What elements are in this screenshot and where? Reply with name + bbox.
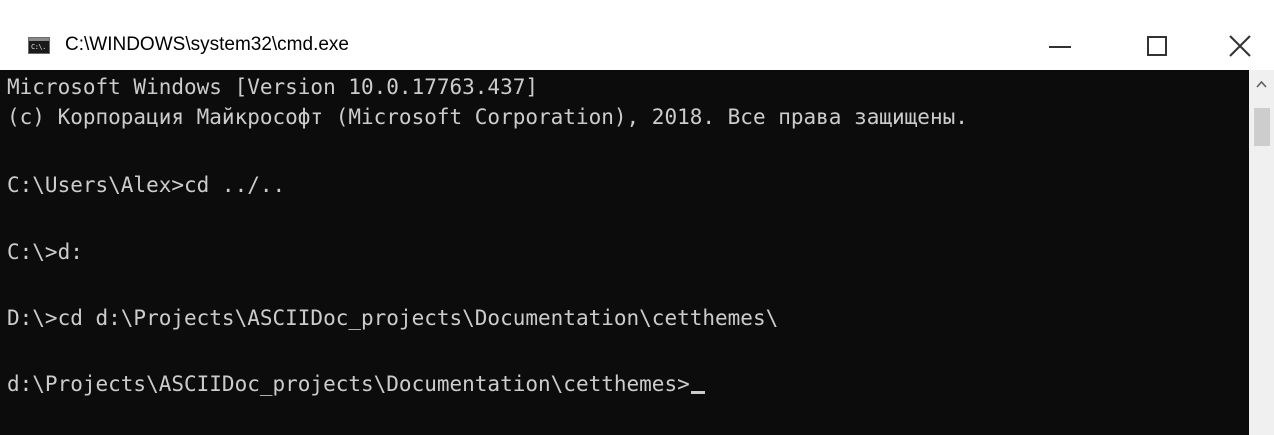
- console-line: C:\>d:: [7, 240, 83, 264]
- console-line: D:\>cd d:\Projects\ASCIIDoc_projects\Doc…: [7, 306, 779, 330]
- minimize-button[interactable]: [1032, 24, 1094, 70]
- console-icon[interactable]: C:\.: [28, 37, 50, 54]
- minimize-icon: [1049, 46, 1071, 48]
- prompt-line[interactable]: d:\Projects\ASCIIDoc_projects\Documentat…: [7, 369, 705, 399]
- close-icon: [1229, 35, 1251, 57]
- close-button[interactable]: [1208, 24, 1274, 70]
- console-line: (c) Корпорация Майкрософт (Microsoft Cor…: [7, 105, 968, 129]
- maximize-icon: [1147, 36, 1167, 56]
- console-line: C:\Users\Alex>cd ../..: [7, 173, 286, 197]
- console-line: Microsoft Windows [Version 10.0.17763.43…: [7, 75, 539, 99]
- title-bar[interactable]: C:\. C:\WINDOWS\system32\cmd.exe: [0, 0, 1274, 70]
- scrollbar-thumb[interactable]: [1254, 108, 1270, 146]
- console-icon-label: C:\.: [31, 43, 46, 51]
- text-cursor: [690, 391, 705, 394]
- window-title: C:\WINDOWS\system32\cmd.exe: [65, 34, 349, 55]
- cmd-window: C:\. C:\WINDOWS\system32\cmd.exe Microso…: [0, 0, 1274, 435]
- prompt-text: d:\Projects\ASCIIDoc_projects\Documentat…: [7, 372, 690, 396]
- maximize-button[interactable]: [1134, 24, 1196, 70]
- chevron-up-icon[interactable]: [1249, 70, 1274, 100]
- console-output[interactable]: Microsoft Windows [Version 10.0.17763.43…: [0, 70, 1249, 435]
- vertical-scrollbar[interactable]: [1249, 70, 1274, 435]
